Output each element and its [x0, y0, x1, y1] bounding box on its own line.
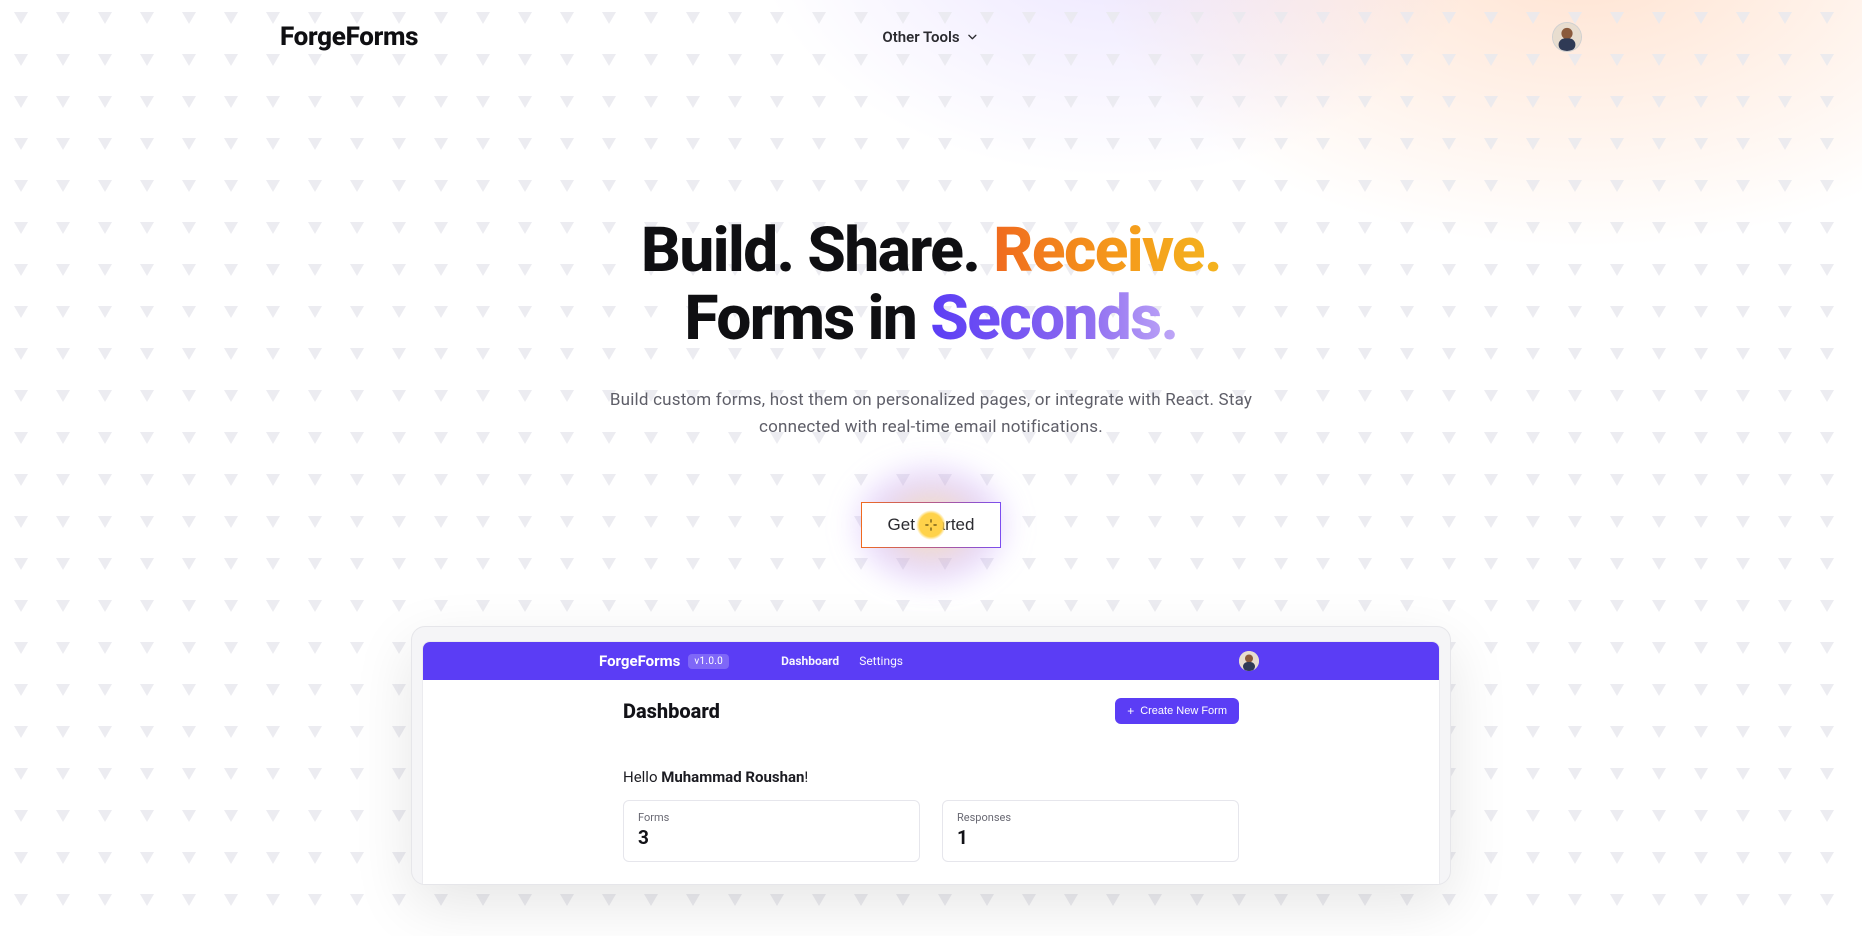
greeting-text: Hello Muhammad Roushan!: [623, 768, 1239, 786]
hero-subtitle-line2: connected with real-time email notificat…: [759, 417, 1103, 437]
hero-section: Build. Share. Receive. Forms in Seconds.…: [0, 217, 1862, 548]
chevron-down-icon: [966, 30, 980, 44]
nav-other-tools-label: Other Tools: [882, 28, 959, 46]
hero-subtitle: Build custom forms, host them on persona…: [0, 387, 1862, 440]
stat-card-forms[interactable]: Forms 3: [623, 800, 920, 862]
hero-line2-highlight: Seconds.: [930, 282, 1177, 355]
demo-avatar[interactable]: [1239, 651, 1259, 671]
demo-window-frame: ForgeForms v1.0.0 Dashboard Settings Das…: [411, 626, 1451, 885]
stat-responses-value: 1: [957, 826, 1224, 849]
demo-nav-dashboard[interactable]: Dashboard: [781, 654, 839, 668]
stat-card-responses[interactable]: Responses 1: [942, 800, 1239, 862]
create-new-form-button[interactable]: + Create New Form: [1115, 698, 1239, 724]
hero-subtitle-line1: Build custom forms, host them on persona…: [610, 390, 1252, 410]
hero-line1-pre: Build. Share.: [641, 214, 993, 287]
greeting-pre: Hello: [623, 768, 661, 786]
demo-logo[interactable]: ForgeForms: [599, 652, 680, 670]
hero-line1-highlight: Receive.: [993, 214, 1221, 287]
hero-line2-pre: Forms in: [685, 282, 931, 355]
demo-nav: Dashboard Settings: [781, 654, 903, 668]
stat-forms-label: Forms: [638, 811, 905, 824]
stat-responses-label: Responses: [957, 811, 1224, 824]
demo-page-title: Dashboard: [623, 699, 720, 723]
get-started-button[interactable]: Get Started: [861, 502, 1002, 548]
avatar[interactable]: [1552, 22, 1582, 52]
demo-nav-settings[interactable]: Settings: [859, 654, 903, 668]
stat-forms-value: 3: [638, 826, 905, 849]
site-header: ForgeForms Other Tools: [0, 0, 1862, 62]
version-badge: v1.0.0: [688, 654, 729, 669]
greeting-post: !: [804, 768, 808, 786]
greeting-name: Muhammad Roushan: [661, 768, 804, 786]
logo[interactable]: ForgeForms: [280, 22, 418, 52]
create-new-form-label: Create New Form: [1140, 705, 1227, 717]
hero-heading: Build. Share. Receive. Forms in Seconds.: [0, 217, 1862, 353]
nav-other-tools[interactable]: Other Tools: [882, 28, 979, 46]
plus-icon: +: [1127, 705, 1134, 717]
demo-app: ForgeForms v1.0.0 Dashboard Settings Das…: [422, 641, 1440, 884]
demo-topbar: ForgeForms v1.0.0 Dashboard Settings: [423, 642, 1439, 680]
